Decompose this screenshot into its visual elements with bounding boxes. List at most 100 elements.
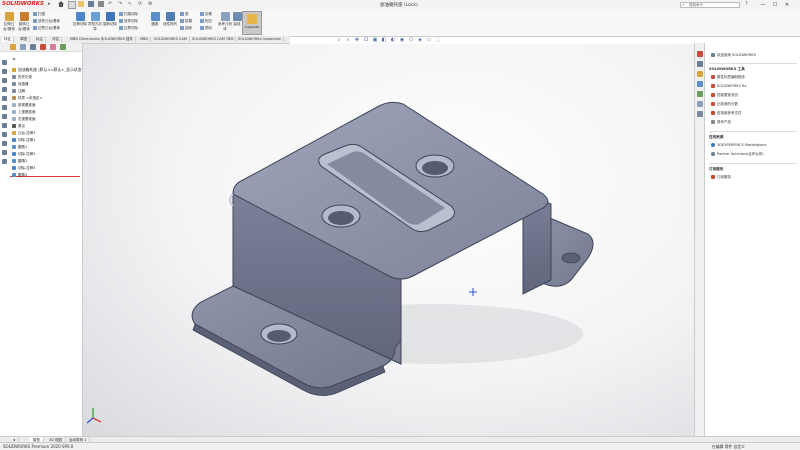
mirror-button[interactable]: 镜向 xyxy=(200,26,212,31)
select-icon[interactable]: ↖ xyxy=(128,1,132,7)
new-file-icon[interactable] xyxy=(68,1,76,9)
boundary-button[interactable]: 边界凸台/基体 xyxy=(33,26,60,31)
tab-solidworks-inspection[interactable]: SOLIDWORKS Inspection xyxy=(236,37,285,42)
cam-tab-icon[interactable] xyxy=(60,44,66,50)
side-tool-icon[interactable] xyxy=(2,132,7,137)
forum-tab-icon[interactable] xyxy=(697,111,703,117)
zoom-area-icon[interactable]: ⌕ xyxy=(345,37,351,43)
side-tool-icon[interactable] xyxy=(2,60,7,65)
design-library-tab-icon[interactable] xyxy=(697,61,703,67)
revolve-cut-button[interactable]: 旋转切除 xyxy=(103,12,117,27)
side-tool-icon[interactable] xyxy=(2,150,7,155)
welcome-link[interactable]: 欢迎使用 SOLIDWORKS xyxy=(711,53,756,58)
view-triad[interactable] xyxy=(86,408,102,424)
tree-root[interactable]: 加油箱托座 (默认<<默认>_显示状态 1>) xyxy=(12,67,90,73)
tree-item[interactable]: 前视基准面 xyxy=(12,103,36,108)
view-palette-tab-icon[interactable] xyxy=(697,81,703,87)
view-orientation-icon[interactable]: ◧ xyxy=(381,37,387,43)
edit-appearance-icon[interactable]: ⬡ xyxy=(408,37,414,43)
monitor-icon[interactable]: ⬚ xyxy=(435,37,441,43)
tree-item[interactable]: 上视基准面 xyxy=(12,110,36,115)
side-tool-icon[interactable] xyxy=(2,78,7,83)
rib-button[interactable]: 筋 xyxy=(180,12,189,17)
instant3d-button[interactable]: Instant3D xyxy=(242,11,262,35)
sweep-cut-button[interactable]: 扫描切除 xyxy=(119,12,138,17)
tree-item[interactable]: 凸台-拉伸1 xyxy=(12,131,36,136)
loft-button[interactable]: 放样凸台/基体 xyxy=(33,19,60,24)
tool-link[interactable]: 操作产品 xyxy=(711,120,731,125)
resources-tab-icon[interactable] xyxy=(697,51,703,57)
display-manager-tab-icon[interactable] xyxy=(50,44,56,50)
appearances-tab-icon[interactable] xyxy=(697,91,703,97)
tab-solidworks-addins[interactable]: SOLIDWORKS 插件 xyxy=(99,37,136,42)
view-settings-icon[interactable]: ▭ xyxy=(426,37,432,43)
dynamic-annotation-icon[interactable]: ▣ xyxy=(372,37,378,43)
close-button[interactable]: ✕ xyxy=(782,1,792,9)
side-tool-icon[interactable] xyxy=(2,123,7,128)
hole-wizard-button[interactable]: 异型孔向导 xyxy=(88,12,102,32)
custom-properties-tab-icon[interactable] xyxy=(697,101,703,107)
tree-item[interactable]: 圆角2 xyxy=(12,159,27,164)
home-icon[interactable] xyxy=(58,1,64,7)
extrude-cut-button[interactable]: 拉伸切除 xyxy=(73,12,87,27)
wrap-button[interactable]: 包覆 xyxy=(200,12,212,17)
search-input[interactable]: 搜索命令 xyxy=(680,2,740,8)
sweep-button[interactable]: 扫描 xyxy=(33,12,45,17)
tree-item[interactable]: 圆角1 xyxy=(12,145,27,150)
filter-icon[interactable]: ⏷ xyxy=(12,57,16,63)
tree-item[interactable]: 注解 xyxy=(12,89,25,94)
subscription-link[interactable]: 订阅服务 xyxy=(711,175,731,180)
tool-link[interactable]: SOLIDWORKS Rx xyxy=(711,84,746,88)
side-tool-icon[interactable] xyxy=(2,87,7,92)
tree-item[interactable]: 材质 <未指定> xyxy=(12,96,42,101)
display-style-icon[interactable]: ◐ xyxy=(390,37,396,43)
tab-sketch[interactable]: 草图 xyxy=(18,37,30,42)
previous-view-icon[interactable]: ✥ xyxy=(354,37,360,43)
fillet-button[interactable]: 圆角 xyxy=(148,12,162,27)
extrude-boss-button[interactable]: 拉伸凸台/基体 xyxy=(2,12,16,32)
tree-item[interactable]: 切除-拉伸3 xyxy=(12,166,36,171)
tree-item[interactable]: 切除-拉伸2 xyxy=(12,152,36,157)
resource-link[interactable]: Partner Solutions(合作伙伴) xyxy=(711,152,764,157)
linear-pattern-button[interactable]: 线性阵列 xyxy=(163,12,177,27)
side-tool-icon[interactable] xyxy=(2,96,7,101)
side-tool-icon[interactable] xyxy=(2,105,7,110)
tree-item[interactable]: 传感器 xyxy=(12,82,29,87)
minimize-button[interactable]: — xyxy=(758,1,768,9)
tab-markup[interactable]: 标注 xyxy=(34,37,46,42)
dimxpert-tab-icon[interactable] xyxy=(40,44,46,50)
tab-mbd-dimensions[interactable]: MBD Dimensions xyxy=(68,37,103,42)
hide-show-icon[interactable]: ◉ xyxy=(399,37,405,43)
configuration-tab-icon[interactable] xyxy=(30,44,36,50)
help-icon[interactable]: ? xyxy=(745,1,748,7)
resource-link[interactable]: 3DEXPERIENCE Marketplace xyxy=(711,143,766,147)
file-explorer-tab-icon[interactable] xyxy=(697,71,703,77)
tab-mbd[interactable]: MBD xyxy=(138,37,152,42)
menu-arrow-icon[interactable]: ▸ xyxy=(48,1,51,7)
apply-scene-icon[interactable]: ◈ xyxy=(417,37,423,43)
tree-item[interactable]: 切除-拉伸1 xyxy=(12,138,36,143)
maximize-button[interactable]: ☐ xyxy=(770,1,780,9)
tree-item[interactable]: 圆角3 xyxy=(12,173,27,178)
undo-icon[interactable]: ↶ xyxy=(108,1,112,7)
zoom-to-fit-icon[interactable]: ⌕ xyxy=(336,37,342,43)
tree-item[interactable]: 历史记录 xyxy=(12,75,32,80)
boundary-cut-button[interactable]: 边界切除 xyxy=(119,26,138,31)
graphics-area[interactable] xyxy=(83,44,703,436)
side-tool-icon[interactable] xyxy=(2,114,7,119)
save-icon[interactable] xyxy=(88,1,94,7)
redo-icon[interactable]: ↷ xyxy=(118,1,122,7)
tool-link[interactable]: 查找被参考文件 xyxy=(711,111,742,116)
property-manager-tab-icon[interactable] xyxy=(20,44,26,50)
options-icon[interactable]: ⚙ xyxy=(148,1,152,7)
loft-cut-button[interactable]: 放样切除 xyxy=(119,19,138,24)
part-model[interactable] xyxy=(83,44,703,436)
tab-features[interactable]: 特征 xyxy=(2,37,14,42)
tool-link[interactable]: 属性标签编制程序 xyxy=(711,75,745,80)
tree-item[interactable]: 原点 xyxy=(12,124,25,129)
tab-solidworks-cam[interactable]: SOLIDWORKS CAM xyxy=(152,37,190,42)
print-icon[interactable] xyxy=(98,1,104,7)
tab-solidworks-cam-tbm[interactable]: SOLIDWORKS CAM TBM xyxy=(190,37,237,42)
section-view-icon[interactable]: ⊡ xyxy=(363,37,369,43)
app-logo[interactable]: SOLIDWORKS xyxy=(2,1,44,7)
